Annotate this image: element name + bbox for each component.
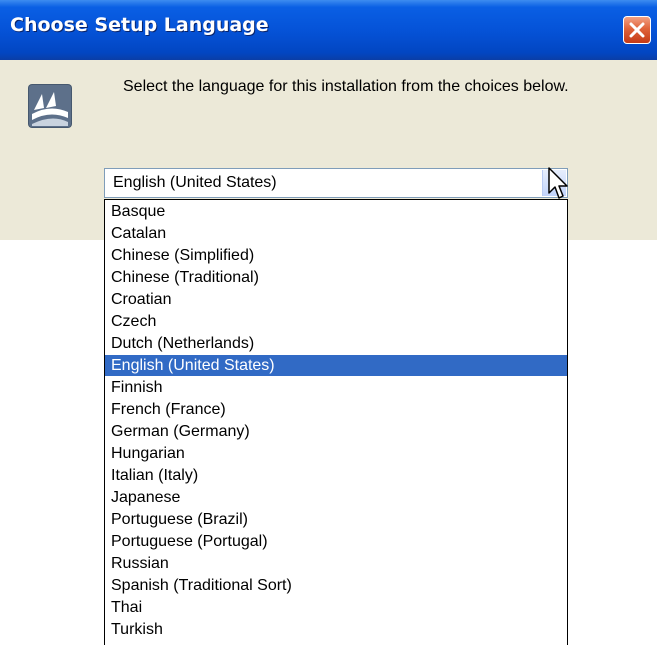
window-title: Choose Setup Language xyxy=(10,14,269,36)
instruction-text: Select the language for this installatio… xyxy=(123,78,569,95)
language-option[interactable]: Portuguese (Portugal) xyxy=(105,531,567,552)
language-select[interactable]: English (United States) xyxy=(104,168,568,198)
language-option[interactable]: Thai xyxy=(105,597,567,618)
language-option[interactable]: Italian (Italy) xyxy=(105,465,567,486)
close-icon xyxy=(629,22,645,38)
language-option[interactable]: Chinese (Simplified) xyxy=(105,245,567,266)
language-option[interactable]: Catalan xyxy=(105,223,567,244)
setup-app-icon xyxy=(28,84,72,128)
mouse-cursor-icon xyxy=(548,167,570,201)
language-option[interactable]: Russian xyxy=(105,553,567,574)
title-bar[interactable]: Choose Setup Language xyxy=(0,0,657,60)
language-option[interactable]: Portuguese (Brazil) xyxy=(105,509,567,530)
language-option[interactable]: Croatian xyxy=(105,289,567,310)
language-option[interactable]: Chinese (Traditional) xyxy=(105,267,567,288)
language-option[interactable]: English (United States) xyxy=(105,355,567,376)
language-option[interactable]: Japanese xyxy=(105,487,567,508)
language-option[interactable]: Finnish xyxy=(105,377,567,398)
language-option[interactable]: Hungarian xyxy=(105,443,567,464)
language-option[interactable]: Dutch (Netherlands) xyxy=(105,333,567,354)
language-option[interactable]: German (Germany) xyxy=(105,421,567,442)
language-option[interactable]: French (France) xyxy=(105,399,567,420)
language-dropdown-list[interactable]: Basque Catalan Chinese (Simplified) Chinese… xyxy=(104,199,568,645)
language-option[interactable]: Czech xyxy=(105,311,567,332)
close-button[interactable] xyxy=(623,16,651,44)
language-option[interactable]: Turkish xyxy=(105,619,567,640)
language-option[interactable]: Basque xyxy=(105,201,567,222)
language-select-value: English (United States) xyxy=(113,174,277,191)
language-option[interactable]: Spanish (Traditional Sort) xyxy=(105,575,567,596)
